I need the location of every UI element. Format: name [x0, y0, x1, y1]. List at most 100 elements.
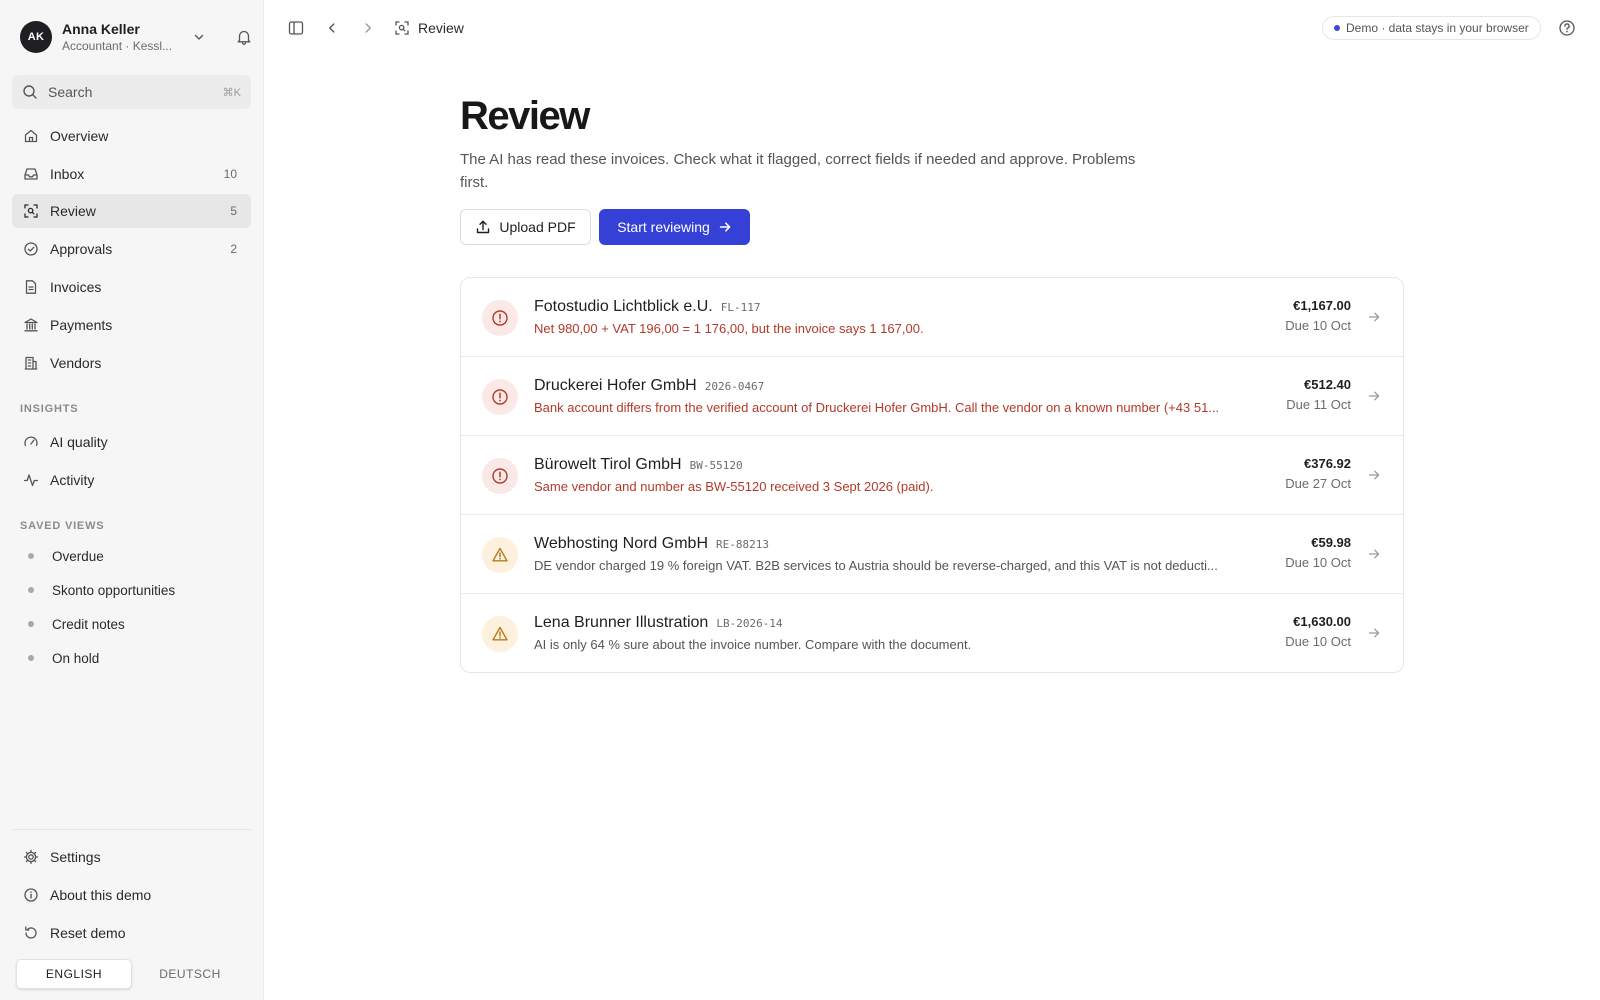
issue-message: Same vendor and number as BW-55120 recei…: [534, 479, 934, 494]
sidebar-item-label: Settings: [50, 849, 101, 865]
invoice-amount: €59.98: [1311, 535, 1351, 550]
breadcrumb: Review: [394, 17, 464, 39]
forward-icon[interactable]: [358, 18, 378, 38]
gauge-icon: [22, 433, 40, 451]
upload-icon: [475, 219, 491, 235]
saved-view-label: On hold: [52, 650, 100, 666]
user-menu[interactable]: AK Anna Keller Accountant · Kessl...: [20, 20, 251, 54]
start-reviewing-button[interactable]: Start reviewing: [599, 209, 750, 245]
reset-icon: [22, 924, 40, 942]
saved-view-skonto[interactable]: Skonto opportunities: [12, 576, 251, 604]
saved-view-on-hold[interactable]: On hold: [12, 644, 251, 672]
bank-icon: [22, 316, 40, 334]
scan-icon: [22, 202, 40, 220]
arrow-right-icon[interactable]: [1365, 308, 1383, 326]
arrow-right-icon: [718, 220, 732, 234]
review-row[interactable]: Fotostudio Lichtblick e.U. FL-117 Net 98…: [461, 278, 1403, 357]
check-circle-icon: [22, 240, 40, 258]
arrow-right-icon[interactable]: [1365, 545, 1383, 563]
arrow-right-icon[interactable]: [1365, 387, 1383, 405]
sidebar-toggle-icon[interactable]: [286, 18, 306, 38]
inbox-icon: [22, 165, 40, 183]
sidebar: AK Anna Keller Accountant · Kessl... Sea…: [0, 0, 264, 1000]
sidebar-item-payments[interactable]: Payments: [12, 308, 251, 342]
due-date: Due 27 Oct: [1285, 476, 1351, 491]
vendor-name: Webhosting Nord GmbH: [534, 535, 708, 552]
error-icon: [482, 458, 518, 494]
sidebar-item-approvals[interactable]: Approvals 2: [12, 232, 251, 266]
arrow-right-icon[interactable]: [1365, 466, 1383, 484]
sidebar-item-overview[interactable]: Overview: [12, 119, 251, 153]
sidebar-item-label: Payments: [50, 317, 113, 333]
saved-views-heading: SAVED VIEWS: [20, 520, 105, 532]
saved-view-overdue[interactable]: Overdue: [12, 542, 251, 570]
sidebar-item-ai-quality[interactable]: AI quality: [12, 425, 251, 459]
arrow-right-icon[interactable]: [1365, 624, 1383, 642]
issue-message: DE vendor charged 19 % foreign VAT. B2B …: [534, 558, 1218, 573]
sidebar-item-count: 5: [230, 204, 237, 218]
due-date: Due 10 Oct: [1285, 555, 1351, 570]
invoice-number: RE-88213: [716, 538, 769, 551]
sidebar-item-label: About this demo: [50, 887, 152, 903]
review-row[interactable]: Druckerei Hofer GmbH 2026-0467 Bank acco…: [461, 357, 1403, 436]
vendor-name: Druckerei Hofer GmbH: [534, 377, 697, 394]
demo-badge: Demo · data stays in your browser: [1322, 16, 1541, 40]
sidebar-item-label: Inbox: [50, 166, 85, 182]
building-icon: [22, 354, 40, 372]
warning-icon: [482, 616, 518, 652]
saved-view-label: Overdue: [52, 548, 104, 564]
upload-pdf-button[interactable]: Upload PDF: [460, 209, 591, 245]
sidebar-item-count: 10: [223, 167, 237, 181]
vendor-name: Bürowelt Tirol GmbH: [534, 456, 682, 473]
language-english-button[interactable]: ENGLISH: [16, 959, 132, 989]
review-row[interactable]: Bürowelt Tirol GmbH BW-55120 Same vendor…: [461, 436, 1403, 515]
saved-view-credit-notes[interactable]: Credit notes: [12, 610, 251, 638]
review-row[interactable]: Webhosting Nord GmbH RE-88213 DE vendor …: [461, 515, 1403, 594]
back-icon[interactable]: [322, 18, 342, 38]
invoice-number: 2026-0467: [704, 380, 765, 393]
breadcrumb-current: Review: [418, 20, 464, 36]
sidebar-item-label: Review: [50, 203, 96, 219]
sidebar-item-invoices[interactable]: Invoices: [12, 270, 251, 304]
search-shortcut: ⌘K: [222, 86, 241, 99]
sidebar-item-about[interactable]: About this demo: [12, 878, 251, 912]
bell-icon[interactable]: [234, 27, 254, 47]
issue-message: Bank account differs from the verified a…: [534, 400, 1220, 415]
sidebar-item-activity[interactable]: Activity: [12, 463, 251, 497]
due-date: Due 10 Oct: [1285, 318, 1351, 333]
invoice-number: BW-55120: [689, 459, 743, 472]
review-list: Fotostudio Lichtblick e.U. FL-117 Net 98…: [460, 277, 1404, 673]
issue-message: AI is only 64 % sure about the invoice n…: [534, 637, 972, 652]
sidebar-item-count: 2: [230, 242, 237, 256]
invoice-number: FL-117: [720, 301, 761, 314]
error-icon: [482, 379, 518, 415]
language-switcher: ENGLISH DEUTSCH: [16, 959, 248, 991]
search-label: Search: [48, 84, 93, 100]
sidebar-item-vendors[interactable]: Vendors: [12, 346, 251, 380]
sidebar-item-inbox[interactable]: Inbox 10: [12, 157, 251, 191]
info-icon: [22, 886, 40, 904]
language-deutsch-button[interactable]: DEUTSCH: [132, 959, 248, 989]
issue-message: Net 980,00 + VAT 196,00 = 1 176,00, but …: [534, 321, 924, 336]
bullet-icon: [28, 587, 34, 593]
review-row[interactable]: Lena Brunner Illustration LB-2026-14 AI …: [461, 594, 1403, 672]
user-role: Accountant · Kessl...: [62, 39, 173, 53]
start-reviewing-label: Start reviewing: [617, 219, 710, 235]
warning-icon: [482, 537, 518, 573]
sidebar-item-label: AI quality: [50, 434, 108, 450]
sidebar-item-settings[interactable]: Settings: [12, 840, 251, 874]
saved-view-label: Skonto opportunities: [52, 582, 176, 598]
avatar: AK: [20, 21, 52, 53]
sidebar-item-reset[interactable]: Reset demo: [12, 916, 251, 950]
invoice-amount: €1,630.00: [1293, 614, 1351, 629]
sidebar-item-label: Overview: [50, 128, 109, 144]
sidebar-item-review[interactable]: Review 5: [12, 194, 251, 228]
error-icon: [482, 300, 518, 336]
home-icon: [22, 127, 40, 145]
chevron-down-icon[interactable]: [190, 28, 208, 46]
activity-icon: [22, 471, 40, 489]
sidebar-item-label: Vendors: [50, 355, 102, 371]
search-input[interactable]: Search ⌘K: [12, 75, 251, 109]
invoice-amount: €512.40: [1304, 377, 1351, 392]
help-icon[interactable]: [1557, 18, 1577, 38]
